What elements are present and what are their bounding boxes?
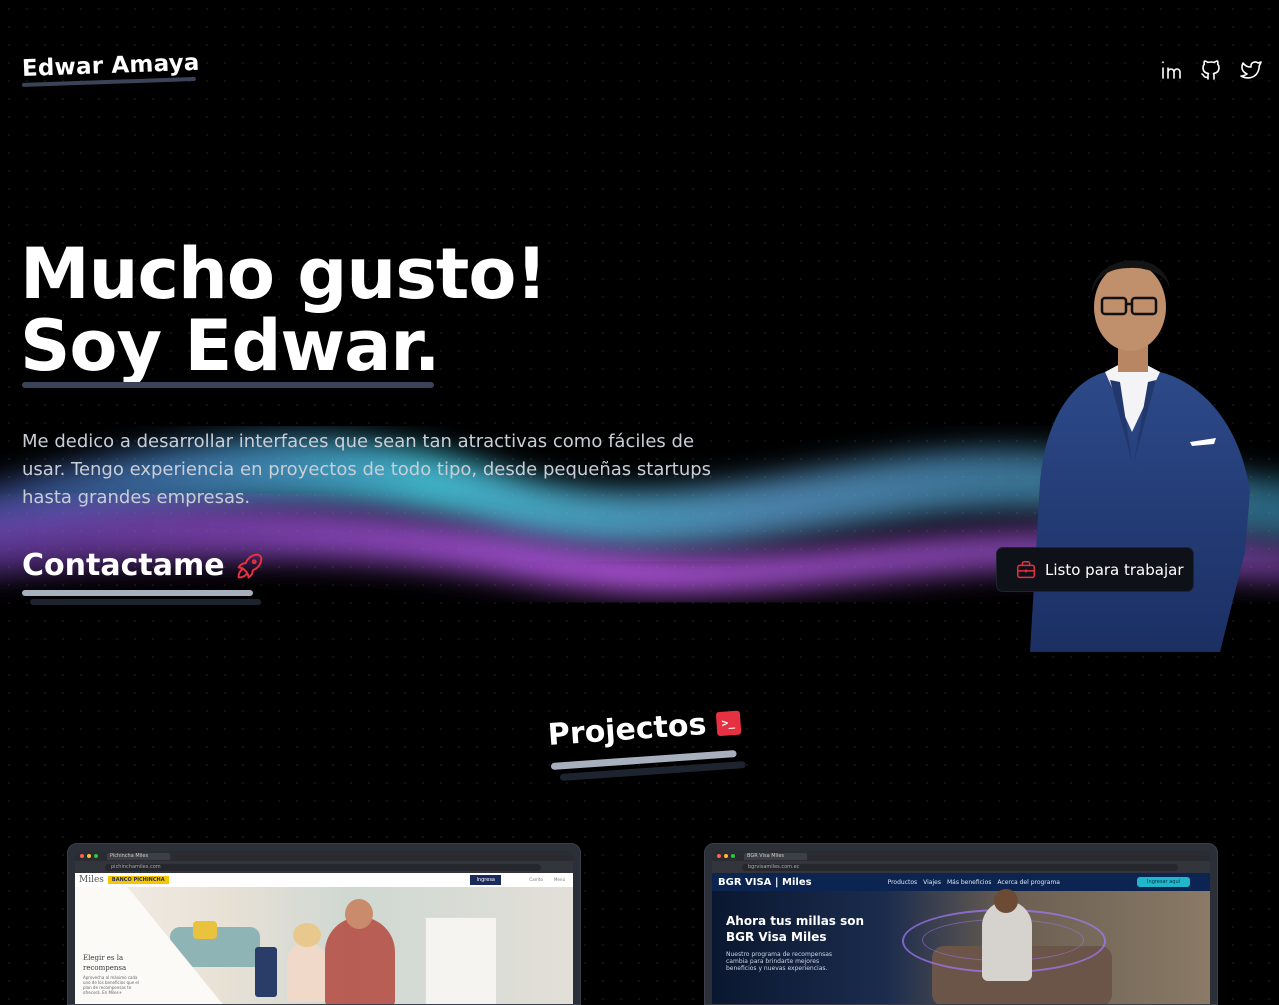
- hero-title-line2-wrap: Soy Edwar.: [20, 310, 440, 388]
- hero-title-line2: Soy Edwar.: [20, 305, 440, 387]
- briefcase-icon: [1017, 560, 1035, 578]
- contact-link[interactable]: Contactame: [22, 548, 267, 583]
- hero-title-line1: Mucho gusto!: [20, 233, 547, 315]
- linkedin-icon[interactable]: [1159, 58, 1183, 82]
- twitter-icon[interactable]: [1239, 58, 1263, 82]
- project-screenshot: Pichincha Miles pichinchamiles.com Miles…: [75, 851, 573, 1004]
- site-cta: Ingresa: [470, 875, 501, 885]
- hero-title-underline: [22, 382, 434, 388]
- site-body: Aprovecha al máximo cada uno de los bene…: [83, 975, 139, 995]
- project-screenshot: BGR Visa Miles bgrvisamiles.com.ec BGR V…: [712, 851, 1210, 1004]
- project-card-bgr[interactable]: BGR Visa Miles bgrvisamiles.com.ec BGR V…: [704, 843, 1218, 1005]
- site-headline: Elegir es la recompensa: [83, 954, 127, 972]
- site-cta: Ingresar aquí: [1137, 877, 1190, 887]
- browser-url: bgrvisamiles.com.ec: [742, 863, 1178, 871]
- hero-title: Mucho gusto! Soy Edwar.: [20, 238, 547, 388]
- site-nav-link: Carrito: [529, 877, 543, 882]
- project-site-preview: Miles BANCO PICHINCHA Ingresa Carrito Me…: [75, 873, 573, 1004]
- browser-url: pichinchamiles.com: [105, 863, 541, 871]
- terminal-icon: >_: [715, 710, 741, 736]
- browser-tabbar: Pichincha Miles: [75, 851, 573, 861]
- projects-title: Projectos: [546, 706, 708, 753]
- availability-label: Listo para trabajar: [1045, 560, 1184, 579]
- site-body: Nuestro programa de recompensas cambia p…: [726, 951, 833, 972]
- contact-underline: [22, 590, 253, 596]
- site-headline: Ahora tus millas son BGR Visa Miles: [726, 914, 865, 944]
- site-nav-link: Viajes: [923, 878, 941, 886]
- site-nav: Miles BANCO PICHINCHA Ingresa Carrito Me…: [75, 873, 573, 887]
- social-links: [1159, 58, 1263, 82]
- site-nav-link: Acerca del programa: [997, 878, 1060, 886]
- site-hero-image: Elegir es la recompensa Aprovecha al máx…: [75, 887, 573, 1004]
- browser-tab: BGR Visa Miles: [744, 852, 807, 860]
- project-site-preview: BGR VISA | Miles Productos Viajes Más be…: [712, 873, 1210, 1004]
- site-nav-link: Productos: [887, 878, 918, 886]
- project-card-pichincha[interactable]: Pichincha Miles pichinchamiles.com Miles…: [67, 843, 581, 1005]
- projects-heading: Projectos >_: [547, 705, 742, 753]
- contact-label: Contactame: [22, 548, 225, 583]
- browser-urlbar: bgrvisamiles.com.ec: [712, 861, 1210, 873]
- rocket-icon: [237, 553, 262, 578]
- site-logo: BGR VISA | Miles: [718, 876, 812, 888]
- site-header: Edwar Amaya: [0, 0, 1279, 140]
- site-hero-image: Ahora tus millas son BGR Visa Miles Nues…: [712, 889, 1210, 1004]
- site-logo: Miles: [79, 875, 104, 885]
- browser-urlbar: pichinchamiles.com: [75, 861, 573, 873]
- site-nav: BGR VISA | Miles Productos Viajes Más be…: [712, 873, 1210, 891]
- github-icon[interactable]: [1199, 58, 1223, 82]
- browser-tabbar: BGR Visa Miles: [712, 851, 1210, 861]
- hero-description: Me dedico a desarrollar interfaces que s…: [22, 431, 712, 508]
- browser-tab: Pichincha Miles: [107, 852, 170, 860]
- availability-badge: Listo para trabajar: [996, 547, 1194, 592]
- site-nav-link: Más beneficios: [946, 878, 992, 886]
- site-nav-link: Menú: [554, 877, 565, 882]
- contact-underline-shadow: [30, 599, 261, 605]
- site-bank-logo: BANCO PICHINCHA: [107, 876, 169, 884]
